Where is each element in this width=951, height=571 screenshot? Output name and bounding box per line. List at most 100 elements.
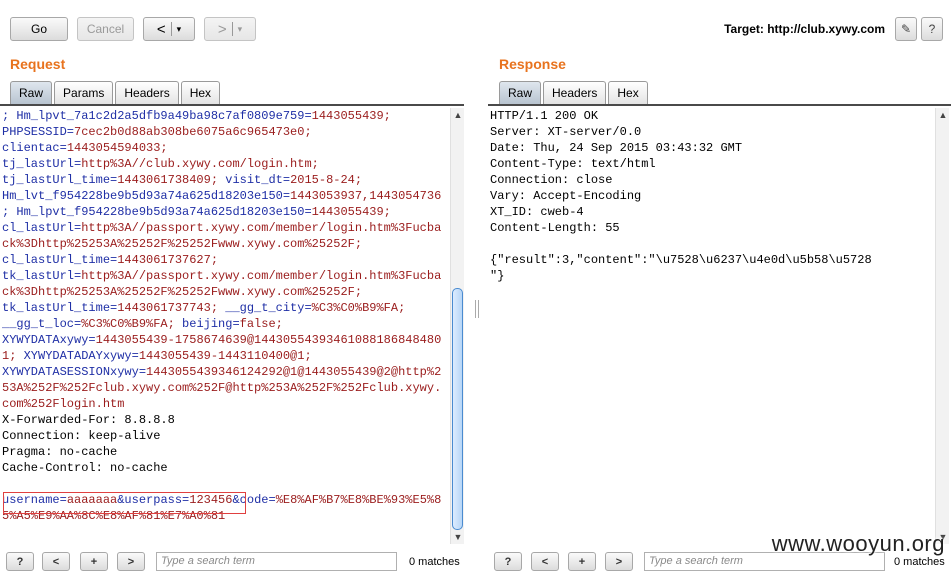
editor-token: 2015-8-24; <box>290 173 363 187</box>
editor-token: 1443061738409; <box>117 173 226 187</box>
request-title: Request <box>10 56 66 72</box>
response-matches-count: 0 matches <box>894 556 945 568</box>
request-tab-headers[interactable]: Headers <box>115 81 179 104</box>
editor-token: XYWYDATADAYxywy= <box>23 349 139 363</box>
response-tabs: Raw Headers Hex <box>499 81 650 104</box>
editor-token: "} <box>490 269 505 283</box>
response-editor-line: Content-Type: text/html <box>490 156 932 172</box>
request-editor-line: Cache-Control: no-cache <box>2 460 448 476</box>
response-scrollbar[interactable]: ▲ ▼ <box>935 108 949 544</box>
editor-token: XT_ID: cweb-4 <box>490 205 584 219</box>
editor-token: ck%3Dhttp%25253A%25252F%25252Fwww.xywy.c… <box>2 237 363 251</box>
cancel-button[interactable]: Cancel <box>77 17 134 41</box>
editor-token: 7cec2b0d88ab308be6075a6c965473e0; <box>74 125 312 139</box>
pencil-icon[interactable]: ✎ <box>895 17 917 41</box>
request-editor-line: com%252Flogin.htm <box>2 396 448 412</box>
editor-token: cl_lastUrl_time= <box>2 253 118 267</box>
editor-token: {"result":3,"content":"\u7528\u6237\u4e0… <box>490 253 872 267</box>
request-editor-line: ck%3Dhttp%25253A%25252F%25252Fwww.xywy.c… <box>2 284 448 300</box>
back-arrow-icon: < <box>156 20 166 38</box>
editor-token: Cache-Control: no-cache <box>2 461 168 475</box>
question-icon[interactable]: ? <box>921 17 943 41</box>
request-editor-line: 53A%252F%252Fclub.xywy.com%252F@http%253… <box>2 380 448 396</box>
request-editor-line: ; Hm_lpvt_7a1c2d2a5dfb9a49ba98c7af0809e7… <box>2 108 448 124</box>
editor-token: http%3A//passport.xywy.com/member/login.… <box>81 221 442 235</box>
editor-token: 1443055439-1443110400@1; <box>138 349 312 363</box>
editor-token: 1443055439-1758674639@144305543934610881… <box>95 333 442 347</box>
editor-token: 53A%252F%252Fclub.xywy.com%252F@http%253… <box>2 381 442 395</box>
response-tab-headers[interactable]: Headers <box>543 81 607 104</box>
edit-target-glyph: ✎ <box>900 22 912 36</box>
search-help-button[interactable]: ? <box>6 552 34 571</box>
editor-token: %C3%C0%B9%FA; <box>311 301 406 315</box>
request-editor-line: Connection: keep-alive <box>2 428 448 444</box>
response-editor[interactable]: HTTP/1.1 200 OK Server: XT-server/0.0 Date… <box>490 108 932 544</box>
request-editor-line: tk_lastUrl_time=1443061737743; __gg_t_ci… <box>2 300 448 316</box>
search-prev-button[interactable]: < <box>42 552 70 571</box>
response-editor-line: Server: XT-server/0.0 <box>490 124 932 140</box>
editor-token: 1; <box>2 349 24 363</box>
scroll-up-icon[interactable]: ▲ <box>451 108 465 122</box>
editor-token: Date: Thu, 24 Sep 2015 03:43:32 GMT <box>490 141 743 155</box>
request-tabs-underline <box>0 104 464 106</box>
forward-arrow-icon: > <box>217 20 227 38</box>
response-tab-hex[interactable]: Hex <box>608 81 648 104</box>
request-scroll-thumb[interactable] <box>452 288 463 530</box>
editor-token: cl_lastUrl= <box>2 221 82 235</box>
request-scrollbar[interactable]: ▲ ▼ <box>450 108 464 544</box>
request-tab-params[interactable]: Params <box>54 81 114 104</box>
search-next-button[interactable]: > <box>117 552 145 571</box>
search-options-button[interactable]: + <box>568 552 596 571</box>
search-help-button[interactable]: ? <box>494 552 522 571</box>
editor-token: Hm_lvt_f954228be9b5d93a74a625d18203e150= <box>2 189 291 203</box>
forward-button[interactable]: > ▾ <box>204 17 256 41</box>
search-prev-button[interactable]: < <box>531 552 559 571</box>
response-editor-line <box>490 236 932 252</box>
editor-token: 1443055439; <box>311 109 391 123</box>
editor-token: tk_lastUrl= <box>2 269 82 283</box>
scroll-up-icon[interactable]: ▲ <box>936 108 950 122</box>
editor-token: com%252Flogin.htm <box>2 397 125 411</box>
request-pane: Request Raw Params Headers Hex ; Hm_lpvt… <box>0 52 464 571</box>
pane-splitter-grip[interactable] <box>475 300 479 318</box>
response-editor-line: Connection: close <box>490 172 932 188</box>
request-editor-line: cl_lastUrl=http%3A//passport.xywy.com/me… <box>2 220 448 236</box>
editor-token: 1443061737743; <box>117 301 226 315</box>
editor-token: Pragma: no-cache <box>2 445 118 459</box>
request-editor-line: ; Hm_lpvt_f954228be9b5d93a74a625d18203e1… <box>2 204 448 220</box>
editor-token: tj_lastUrl= <box>2 157 82 171</box>
request-tab-raw[interactable]: Raw <box>10 81 53 104</box>
search-options-button[interactable]: + <box>80 552 108 571</box>
request-editor-line: cl_lastUrl_time=1443061737627; <box>2 252 448 268</box>
request-tab-hex[interactable]: Hex <box>180 81 221 104</box>
scroll-down-icon[interactable]: ▼ <box>451 530 465 544</box>
editor-token: tk_lastUrl_time= <box>2 301 118 315</box>
response-editor-line: XT_ID: cweb-4 <box>490 204 932 220</box>
go-button[interactable]: Go <box>10 17 68 41</box>
editor-token: Connection: keep-alive <box>2 429 161 443</box>
back-button[interactable]: < ▾ <box>143 17 195 41</box>
top-toolbar: Go Cancel < ▾ > ▾ Target: http://club.xy… <box>0 0 951 52</box>
request-editor-line: XYWYDATASESSIONxywy=1443055439346124292@… <box>2 364 448 380</box>
editor-token: __gg_t_loc= <box>2 317 82 331</box>
request-search-input[interactable]: Type a search term <box>156 552 397 571</box>
response-editor-line: {"result":3,"content":"\u7528\u6237\u4e0… <box>490 252 932 268</box>
editor-token: HTTP/1.1 200 OK <box>490 109 599 123</box>
response-editor-line: Vary: Accept-Encoding <box>490 188 932 204</box>
credentials-highlight-box <box>3 492 246 514</box>
search-next-button[interactable]: > <box>605 552 633 571</box>
response-editor-line: Content-Length: 55 <box>490 220 932 236</box>
editor-token: XYWYDATAxywy= <box>2 333 96 347</box>
editor-token: %C3%C0%B9%FA; <box>81 317 183 331</box>
response-title: Response <box>499 56 566 72</box>
response-tab-raw[interactable]: Raw <box>499 81 542 104</box>
request-editor[interactable]: ; Hm_lpvt_7a1c2d2a5dfb9a49ba98c7af0809e7… <box>2 108 448 544</box>
response-pane: Response Raw Headers Hex HTTP/1.1 200 OK… <box>488 52 951 571</box>
request-tabs: Raw Params Headers Hex <box>10 81 222 104</box>
request-editor-line: PHPSESSID=7cec2b0d88ab308be6075a6c965473… <box>2 124 448 140</box>
editor-token: Vary: Accept-Encoding <box>490 189 642 203</box>
request-search-bar: ? < + > Type a search term 0 matches <box>0 549 464 571</box>
editor-token: beijing= <box>182 317 240 331</box>
editor-token: ; Hm_lpvt_f954228be9b5d93a74a625d18203e1… <box>2 205 312 219</box>
back-dropdown-icon: ▾ <box>176 23 182 34</box>
